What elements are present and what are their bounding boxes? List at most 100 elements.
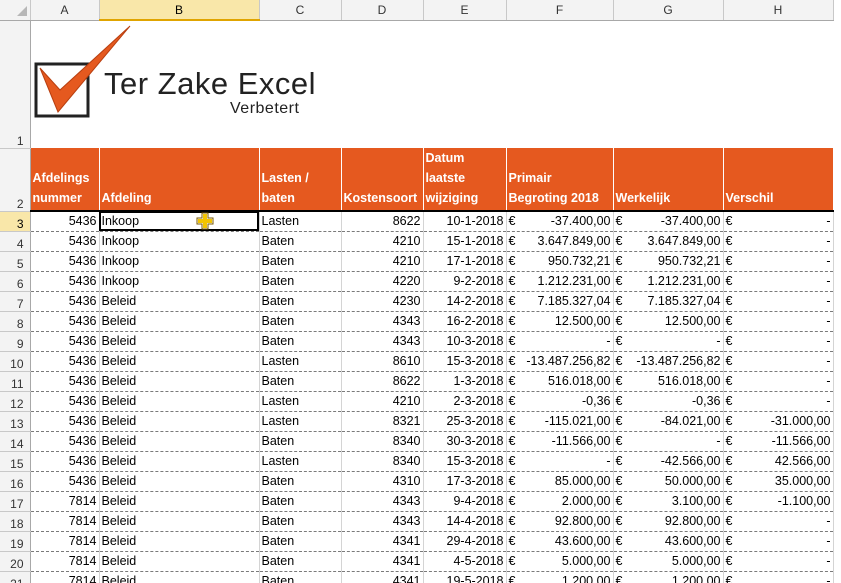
- lasten-baten-cell[interactable]: Baten: [259, 291, 342, 312]
- afdelingsnummer-cell[interactable]: 5436: [30, 331, 100, 352]
- kostensoort-cell[interactable]: 4341: [341, 531, 424, 552]
- lasten-baten-cell[interactable]: Baten: [259, 331, 342, 352]
- lasten-baten-cell[interactable]: Baten: [259, 471, 342, 492]
- afdelingsnummer-cell[interactable]: 5436: [30, 211, 100, 232]
- afdeling-cell[interactable]: Beleid: [99, 311, 260, 332]
- verschil-cell[interactable]: €35.000,00: [723, 471, 834, 492]
- datum-cell[interactable]: 2-3-2018: [423, 391, 507, 412]
- datum-cell[interactable]: 29-4-2018: [423, 531, 507, 552]
- begroting-cell[interactable]: € -115.021,00: [506, 411, 614, 432]
- afdeling-cell[interactable]: Beleid: [99, 531, 260, 552]
- header-cell[interactable]: Werkelijk: [613, 148, 724, 212]
- kostensoort-cell[interactable]: 4343: [341, 311, 424, 332]
- verschil-cell[interactable]: € -1.100,00: [723, 491, 834, 512]
- verschil-cell[interactable]: € -: [723, 511, 834, 532]
- werkelijk-cell[interactable]: € -: [613, 331, 724, 352]
- begroting-cell[interactable]: €43.600,00: [506, 531, 614, 552]
- verschil-cell[interactable]: € -: [723, 391, 834, 412]
- verschil-cell[interactable]: € -: [723, 251, 834, 272]
- datum-cell[interactable]: 10-1-2018: [423, 211, 507, 232]
- werkelijk-cell[interactable]: €12.500,00: [613, 311, 724, 332]
- kostensoort-cell[interactable]: 4341: [341, 551, 424, 572]
- afdelingsnummer-cell[interactable]: 5436: [30, 391, 100, 412]
- afdeling-cell[interactable]: Beleid: [99, 451, 260, 472]
- werkelijk-cell[interactable]: € -0,36: [613, 391, 724, 412]
- row-header[interactable]: 9: [0, 331, 31, 352]
- datum-cell[interactable]: 15-3-2018: [423, 451, 507, 472]
- lasten-baten-cell[interactable]: Baten: [259, 271, 342, 292]
- verschil-cell[interactable]: € -: [723, 351, 834, 372]
- header-cell[interactable]: Lasten / baten: [259, 148, 342, 212]
- afdeling-cell[interactable]: Beleid: [99, 491, 260, 512]
- werkelijk-cell[interactable]: €3.100,00: [613, 491, 724, 512]
- lasten-baten-cell[interactable]: Lasten: [259, 451, 342, 472]
- afdeling-cell[interactable]: Beleid: [99, 471, 260, 492]
- afdelingsnummer-cell[interactable]: 7814: [30, 511, 100, 532]
- kostensoort-cell[interactable]: 4343: [341, 511, 424, 532]
- werkelijk-cell[interactable]: €43.600,00: [613, 531, 724, 552]
- row-header[interactable]: 16: [0, 471, 31, 492]
- afdelingsnummer-cell[interactable]: 7814: [30, 571, 100, 583]
- afdelingsnummer-cell[interactable]: 5436: [30, 251, 100, 272]
- werkelijk-cell[interactable]: €7.185.327,04: [613, 291, 724, 312]
- row-header[interactable]: 17: [0, 491, 31, 512]
- column-header-e[interactable]: E: [423, 0, 507, 21]
- datum-cell[interactable]: 16-2-2018: [423, 311, 507, 332]
- begroting-cell[interactable]: €92.800,00: [506, 511, 614, 532]
- datum-cell[interactable]: 17-1-2018: [423, 251, 507, 272]
- afdeling-cell[interactable]: Beleid: [99, 571, 260, 583]
- werkelijk-cell[interactable]: € -84.021,00: [613, 411, 724, 432]
- column-header-c[interactable]: C: [259, 0, 342, 21]
- afdeling-cell[interactable]: Beleid: [99, 411, 260, 432]
- lasten-baten-cell[interactable]: Baten: [259, 371, 342, 392]
- lasten-baten-cell[interactable]: Lasten: [259, 391, 342, 412]
- werkelijk-cell[interactable]: € -13.487.256,82: [613, 351, 724, 372]
- begroting-cell[interactable]: € -: [506, 451, 614, 472]
- begroting-cell[interactable]: € -13.487.256,82: [506, 351, 614, 372]
- begroting-cell[interactable]: €12.500,00: [506, 311, 614, 332]
- begroting-cell[interactable]: € -: [506, 331, 614, 352]
- datum-cell[interactable]: 17-3-2018: [423, 471, 507, 492]
- lasten-baten-cell[interactable]: Baten: [259, 571, 342, 583]
- column-header-d[interactable]: D: [341, 0, 424, 21]
- kostensoort-cell[interactable]: 8622: [341, 211, 424, 232]
- begroting-cell[interactable]: €2.000,00: [506, 491, 614, 512]
- column-header-f[interactable]: F: [506, 0, 614, 21]
- lasten-baten-cell[interactable]: Lasten: [259, 351, 342, 372]
- begroting-cell[interactable]: €5.000,00: [506, 551, 614, 572]
- verschil-cell[interactable]: € -: [723, 291, 834, 312]
- datum-cell[interactable]: 15-3-2018: [423, 351, 507, 372]
- afdeling-cell[interactable]: Beleid: [99, 371, 260, 392]
- kostensoort-cell[interactable]: 8610: [341, 351, 424, 372]
- verschil-cell[interactable]: € -: [723, 531, 834, 552]
- kostensoort-cell[interactable]: 4230: [341, 291, 424, 312]
- afdeling-cell[interactable]: Beleid: [99, 391, 260, 412]
- afdelingsnummer-cell[interactable]: 5436: [30, 291, 100, 312]
- werkelijk-cell[interactable]: €516.018,00: [613, 371, 724, 392]
- row-header[interactable]: 11: [0, 371, 31, 392]
- datum-cell[interactable]: 25-3-2018: [423, 411, 507, 432]
- verschil-cell[interactable]: € -: [723, 311, 834, 332]
- afdelingsnummer-cell[interactable]: 7814: [30, 551, 100, 572]
- row-header[interactable]: 15: [0, 451, 31, 472]
- werkelijk-cell[interactable]: €950.732,21: [613, 251, 724, 272]
- afdeling-cell[interactable]: Inkoop: [99, 211, 260, 232]
- column-header-h[interactable]: H: [723, 0, 834, 21]
- afdelingsnummer-cell[interactable]: 5436: [30, 311, 100, 332]
- afdelingsnummer-cell[interactable]: 5436: [30, 411, 100, 432]
- afdeling-cell[interactable]: Beleid: [99, 331, 260, 352]
- row-header[interactable]: 1: [0, 20, 31, 149]
- afdeling-cell[interactable]: Beleid: [99, 551, 260, 572]
- begroting-cell[interactable]: €7.185.327,04: [506, 291, 614, 312]
- verschil-cell[interactable]: € -31.000,00: [723, 411, 834, 432]
- werkelijk-cell[interactable]: €3.647.849,00: [613, 231, 724, 252]
- kostensoort-cell[interactable]: 4343: [341, 331, 424, 352]
- verschil-cell[interactable]: € -: [723, 271, 834, 292]
- header-cell[interactable]: Afdelings nummer: [30, 148, 100, 212]
- begroting-cell[interactable]: €950.732,21: [506, 251, 614, 272]
- kostensoort-cell[interactable]: 4210: [341, 251, 424, 272]
- row-header[interactable]: 7: [0, 291, 31, 312]
- afdeling-cell[interactable]: Inkoop: [99, 251, 260, 272]
- column-header-g[interactable]: G: [613, 0, 724, 21]
- werkelijk-cell[interactable]: €1.212.231,00: [613, 271, 724, 292]
